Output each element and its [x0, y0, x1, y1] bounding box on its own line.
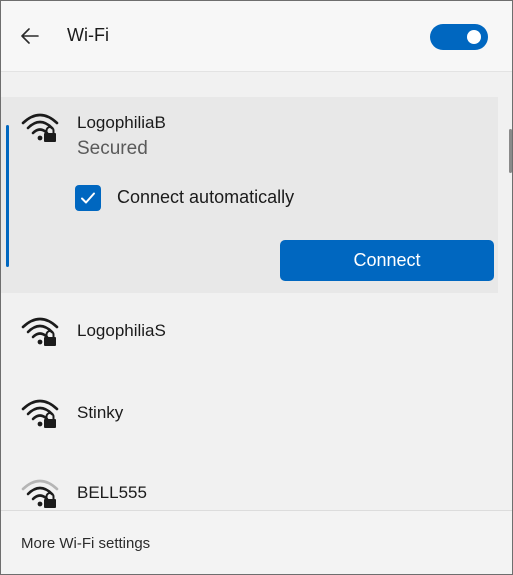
checkmark-icon	[81, 192, 95, 204]
back-arrow-icon	[21, 28, 39, 44]
scrollbar-thumb[interactable]	[509, 129, 512, 173]
network-name: Stinky	[77, 403, 124, 422]
back-button[interactable]	[15, 23, 45, 49]
toggle-knob	[467, 30, 481, 44]
network-name: BELL555	[77, 483, 147, 502]
network-item[interactable]: Stinky	[1, 379, 498, 445]
more-wifi-settings-link[interactable]: More Wi-Fi settings	[21, 535, 150, 552]
network-name: LogophiliaB	[77, 113, 166, 132]
wifi-flyout-panel: Wi-Fi LogophiliaB Secured Connect automa…	[0, 0, 513, 575]
wifi-footer: More Wi-Fi settings	[1, 510, 512, 574]
wifi-header: Wi-Fi	[1, 1, 512, 72]
connect-button[interactable]: Connect	[280, 240, 494, 281]
wifi-toggle[interactable]	[430, 24, 488, 50]
connect-automatically-label: Connect automatically	[117, 187, 295, 207]
page-title: Wi-Fi	[67, 25, 109, 45]
selection-indicator	[6, 125, 9, 267]
network-name: LogophiliaS	[77, 321, 166, 340]
wifi-secured-icon	[21, 399, 59, 428]
wifi-secured-icon	[21, 479, 59, 508]
network-status: Secured	[77, 138, 148, 159]
wifi-secured-icon	[21, 113, 59, 142]
wifi-secured-icon	[21, 317, 59, 346]
network-item[interactable]: LogophiliaS	[1, 297, 498, 363]
connect-automatically-checkbox[interactable]	[75, 185, 101, 211]
